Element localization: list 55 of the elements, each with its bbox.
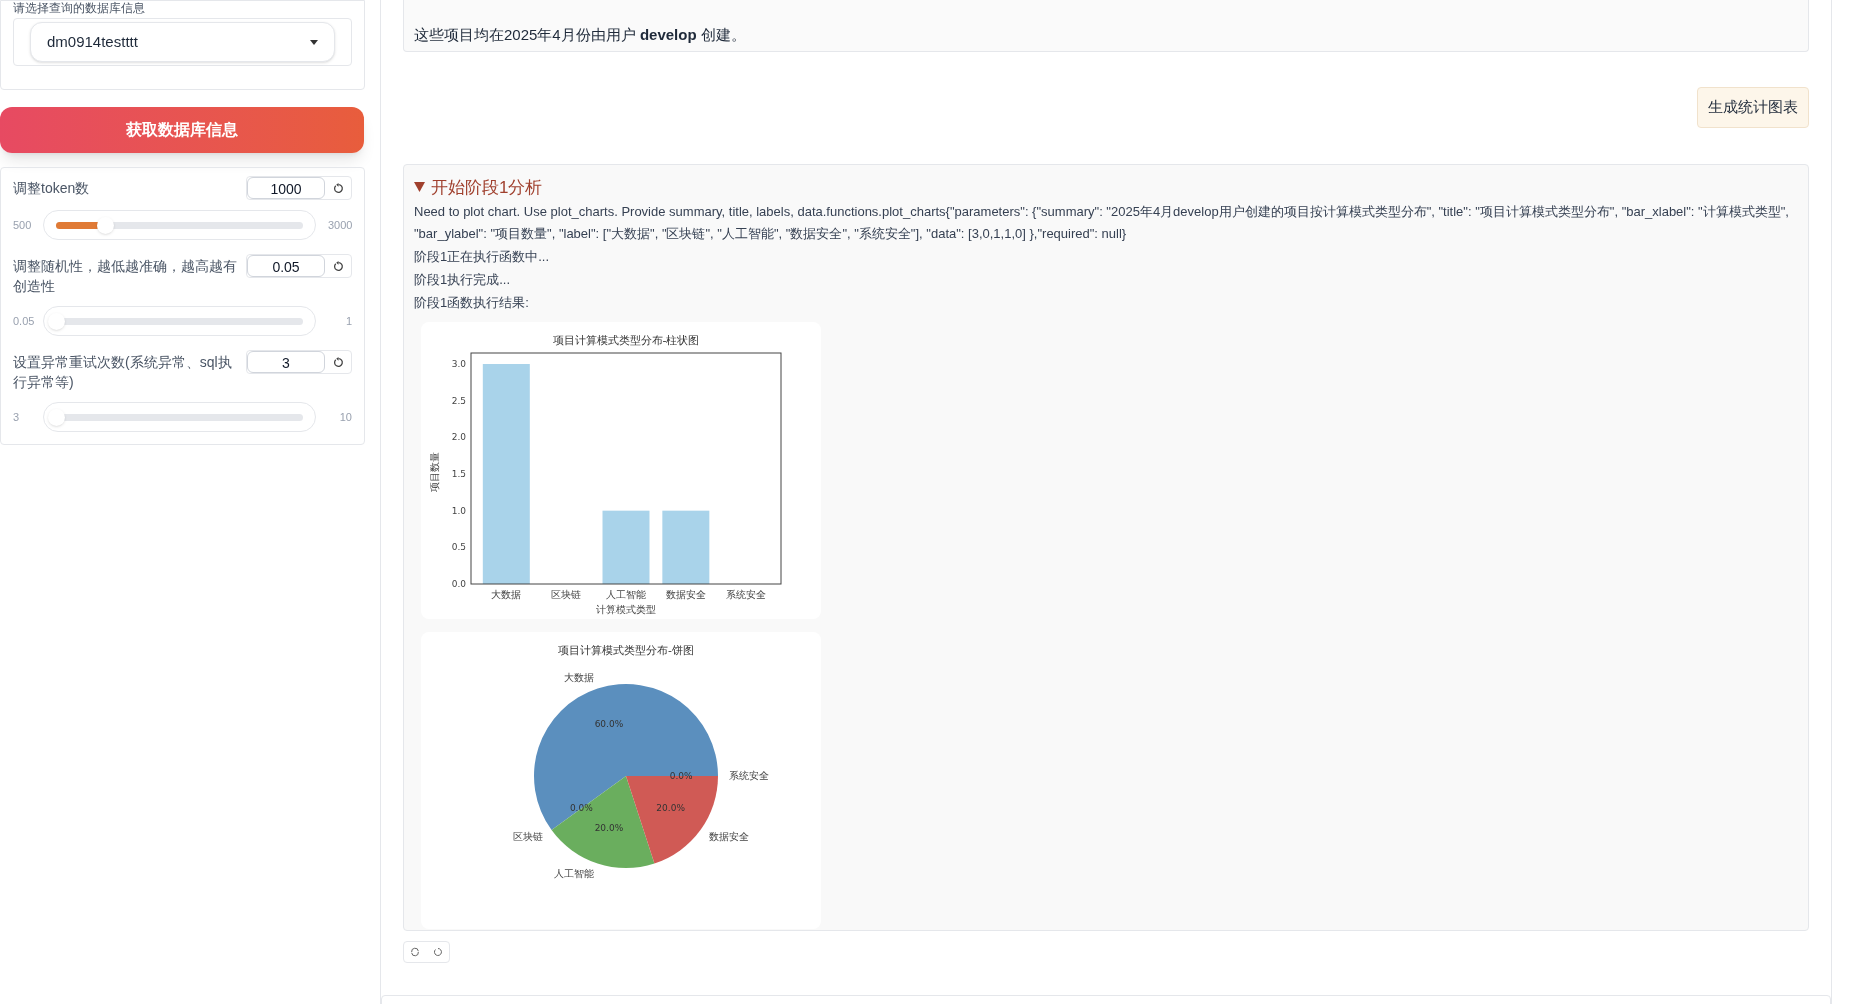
axis-tick-label: 0.5 — [451, 542, 466, 553]
reset-icon — [332, 182, 344, 194]
reset-icon — [332, 260, 344, 272]
slider-thumb[interactable] — [97, 216, 115, 234]
log-text: 阶段1函数执行结果: — [414, 294, 530, 312]
axis-tick-label: 1.5 — [451, 469, 466, 479]
axis-tick-label: 3.0 — [451, 359, 466, 369]
slice-label: 系统安全 — [729, 770, 770, 781]
axis-tick-label: 区块链 — [551, 589, 582, 600]
number-input[interactable]: 3 — [247, 351, 325, 373]
percent-label: 0.0% — [569, 803, 593, 814]
axis-tick-label: 大数据 — [491, 589, 522, 600]
setting-label: 调整token数 — [13, 179, 91, 198]
fetch-database-button[interactable]: 获取数据库信息 — [0, 107, 364, 153]
log-text: 阶段1正在执行函数中... — [414, 248, 551, 266]
section-heading[interactable]: 开始阶段1分析 — [431, 174, 543, 200]
slider-max-label: 1 — [344, 313, 352, 329]
log-text: Need to plot chart. Use plot_charts. Provide summary, title, labels, data.functions.plot_charts{"parameters": {"summary": "2025年4月develop用户创建的项目按计算模式类型分布", "title": "项目计算模式类型分布", "bar_xlabel": "计算模式类型", "bar_ylabel": "项目数量", "label": ["大数据", "区块链", "人工智能", "数据安全", "系统安全"], "data": [3,0,1,1,0] },"required": null} — [414, 203, 1790, 243]
axis-label: 计算模式类型 — [596, 604, 656, 615]
axis-label: 项目数量 — [429, 452, 440, 492]
axis-tick-label: 系统安全 — [725, 589, 766, 600]
slider-min-label: 500 — [13, 217, 31, 233]
bot-message: 这些项目均在2025年4月份由用户 develop 创建。 — [403, 0, 1809, 52]
axis-tick-label: 数据安全 — [665, 589, 706, 600]
user-message: 生成统计图表 — [1697, 87, 1809, 128]
slice-label: 区块链 — [512, 830, 543, 842]
refresh-icon — [410, 946, 421, 957]
setting-label: 调整随机性，越低越准确，越高越有创造性 — [13, 257, 238, 296]
slider-max-label: 3000 — [328, 217, 352, 233]
axis-tick-label: 1.0 — [451, 505, 466, 516]
setting-label: 设置异常重试次数(系统异常、sql执行异常等) — [13, 353, 233, 392]
caret-icon — [310, 39, 318, 45]
slider-min-label: 3 — [13, 409, 21, 425]
slice-label: 大数据 — [564, 672, 595, 683]
axis-tick-label: 2.5 — [451, 395, 466, 406]
axis-tick-label: 0.0 — [451, 579, 466, 589]
axis-tick-label: 2.0 — [451, 432, 466, 443]
reset-icon — [332, 356, 344, 368]
number-input[interactable]: 1000 — [247, 177, 325, 199]
slider-thumb[interactable] — [48, 312, 65, 330]
slider-thumb[interactable] — [48, 408, 65, 426]
percent-label: 20.0% — [594, 823, 624, 834]
axis-tick-label: 人工智能 — [606, 589, 646, 600]
undo-icon — [432, 946, 443, 957]
percent-label: 60.0% — [594, 718, 624, 729]
slider-max-label: 10 — [338, 409, 352, 425]
slice-label: 人工智能 — [554, 868, 595, 879]
database-dropdown[interactable]: dm0914testttt — [30, 22, 335, 62]
chart-title: 项目计算模式类型分布-饼图 — [558, 644, 694, 657]
log-text: 阶段1执行完成... — [414, 271, 512, 289]
field-label: 请选择查询的数据库信息 — [13, 1, 146, 15]
chart-title: 项目计算模式类型分布-柱状图 — [552, 334, 700, 347]
slice-label: 数据安全 — [709, 830, 750, 842]
number-input[interactable]: 0.05 — [247, 255, 325, 277]
percent-label: 20.0% — [656, 803, 685, 814]
